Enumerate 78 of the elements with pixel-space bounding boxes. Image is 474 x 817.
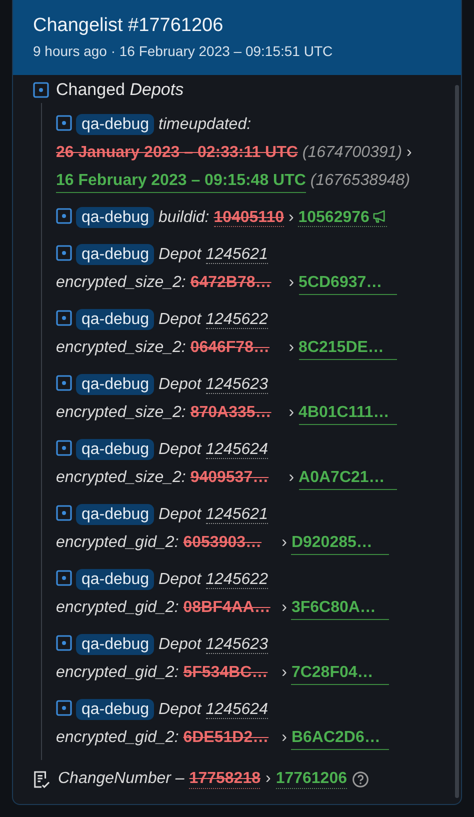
- old-value: 9409537…: [190, 468, 270, 488]
- app-tag: qa-debug: [76, 309, 154, 330]
- arrow-separator: ›: [288, 404, 294, 421]
- field-name: encrypted_size_2:: [56, 469, 186, 486]
- app-tag: qa-debug: [76, 439, 154, 460]
- depot-id: 1245621: [206, 246, 268, 264]
- old-value: 6053903…: [183, 533, 263, 553]
- arrow-separator: ›: [288, 274, 294, 291]
- depot-label: Depot: [158, 571, 202, 588]
- field-name: timeupdated:: [158, 116, 252, 133]
- new-value: B6AC2D6…: [291, 727, 390, 750]
- old-value: 10405110: [214, 209, 284, 227]
- changelist-date: 9 hours ago · 16 February 2023 – 09:15:51 UTC: [33, 42, 334, 61]
- new-value: 10562976: [298, 209, 370, 226]
- field-name: encrypted_size_2:: [56, 274, 186, 291]
- old-value: 870A335…: [190, 403, 272, 423]
- megaphone-icon: [372, 210, 388, 223]
- depot-label: Depot: [158, 636, 202, 653]
- checklist-icon: [33, 770, 50, 788]
- arrow-separator: ›: [406, 144, 412, 161]
- depot-id: 1245624: [206, 441, 268, 459]
- arrow-separator: ›: [288, 469, 294, 486]
- new-value: D920285…: [291, 532, 390, 555]
- app-tag: qa-debug: [76, 114, 154, 135]
- field-name: ChangeNumber –: [58, 770, 184, 788]
- depot-id: 1245623: [206, 376, 268, 394]
- field-name: encrypted_gid_2:: [56, 664, 179, 681]
- field-name: encrypted_gid_2:: [56, 729, 179, 746]
- field-name: encrypted_gid_2:: [56, 599, 179, 616]
- section-title: Changed Depots: [56, 80, 184, 100]
- old-value: 08BF4AA…: [183, 598, 272, 618]
- depot-label: Depot: [158, 701, 202, 718]
- app-tag: qa-debug: [76, 207, 154, 228]
- depot-label: Depot: [158, 441, 202, 458]
- depot-label: Depot: [158, 246, 202, 263]
- old-value: 6DE51D2…: [183, 728, 270, 748]
- new-value: 17761206: [276, 770, 347, 788]
- old-value: 0646F78…: [190, 338, 270, 358]
- changelist-title: Changelist #17761206: [33, 14, 224, 38]
- depot-id: 1245623: [206, 636, 268, 654]
- new-value: 3F6C80A…: [291, 597, 390, 620]
- arrow-separator: ›: [282, 599, 287, 616]
- field-name: buildid:: [158, 209, 210, 226]
- field-name: encrypted_gid_2:: [56, 534, 179, 551]
- old-value: 17758218: [189, 770, 260, 788]
- arrow-separator: ›: [265, 770, 271, 788]
- arrow-separator: ›: [282, 729, 287, 746]
- app-tag: qa-debug: [76, 634, 154, 655]
- old-value: 5F534BC…: [183, 663, 269, 683]
- new-value: 16 February 2023 – 09:15:48 UTC: [56, 170, 306, 193]
- app-tag: qa-debug: [76, 699, 154, 720]
- help-icon: [352, 770, 369, 788]
- old-value: 6472B78…: [190, 273, 272, 293]
- old-value: 26 January 2023 – 02:33:11 UTC: [56, 143, 298, 163]
- depot-label: Depot: [158, 311, 202, 328]
- depot-label: Depot: [158, 376, 202, 393]
- app-tag: qa-debug: [76, 374, 154, 395]
- depot-id: 1245621: [206, 506, 268, 524]
- new-value: 4B01C111…: [298, 402, 397, 425]
- app-tag: qa-debug: [76, 504, 154, 525]
- app-tag: qa-debug: [76, 244, 154, 265]
- depot-id: 1245622: [206, 571, 268, 589]
- timestamp: (1676538948): [310, 172, 410, 189]
- field-name: encrypted_size_2:: [56, 339, 186, 356]
- arrow-separator: ›: [282, 534, 287, 551]
- depot-label: Depot: [158, 506, 202, 523]
- timestamp: (1674700391): [302, 144, 402, 161]
- depot-id: 1245622: [206, 311, 268, 329]
- new-value: 7C28F04…: [291, 662, 390, 685]
- app-tag: qa-debug: [76, 569, 154, 590]
- depot-id: 1245624: [206, 701, 268, 719]
- new-value: A0A7C21…: [298, 467, 397, 490]
- new-value: 5CD6937…: [298, 272, 397, 295]
- new-value: 8C215DE…: [298, 337, 397, 360]
- arrow-separator: ›: [282, 664, 287, 681]
- field-name: encrypted_size_2:: [56, 404, 186, 421]
- arrow-separator: ›: [288, 209, 294, 226]
- arrow-separator: ›: [288, 339, 294, 356]
